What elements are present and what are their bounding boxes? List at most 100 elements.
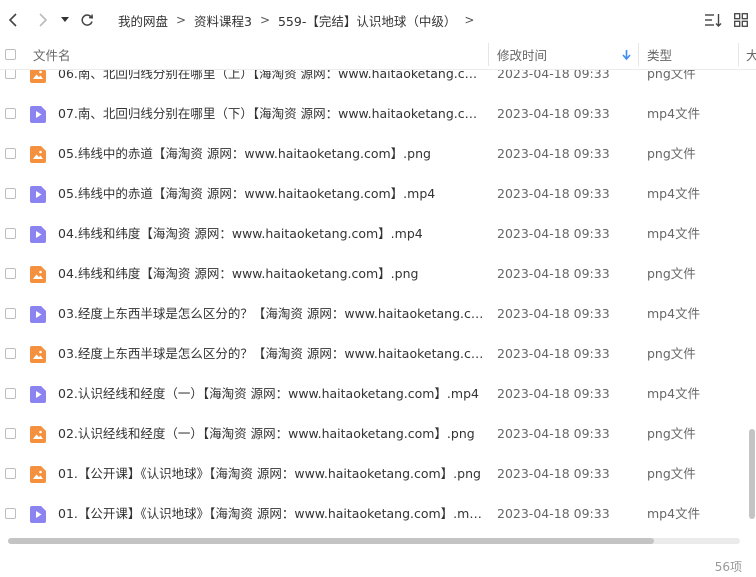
checkbox[interactable]: [5, 49, 16, 60]
row-checkbox[interactable]: [5, 188, 16, 199]
row-checkbox[interactable]: [5, 268, 16, 279]
file-row[interactable]: 04.纬线和纬度【海淘资 源网：www.haitaoketang.com】.pn…: [0, 254, 748, 294]
file-name: 05.纬线中的赤道【海淘资 源网：www.haitaoketang.com】.p…: [58, 146, 431, 161]
breadcrumb-expand-button[interactable]: >: [456, 13, 482, 27]
chevron-left-icon: [8, 13, 17, 27]
file-name: 01.【公开课】《认识地球》【海淘资 源网：www.haitaoketang.c…: [58, 506, 484, 521]
breadcrumb: 我的网盘 > 资料课程3 > 559-【完结】认识地球（中级） >: [118, 0, 482, 40]
file-type: mp4文件: [647, 306, 701, 321]
toolbar: 我的网盘 > 资料课程3 > 559-【完结】认识地球（中级） >: [0, 0, 756, 40]
breadcrumb-item-course-folder[interactable]: 资料课程3: [194, 11, 252, 30]
refresh-icon: [81, 14, 94, 26]
item-count: 56项: [714, 560, 742, 574]
file-row[interactable]: 02.认识经线和经度（一）【海淘资 源网：www.haitaoketang.co…: [0, 414, 748, 454]
file-type: png文件: [647, 426, 696, 441]
arrow-down-icon: [622, 49, 631, 60]
file-time: 2023-04-18 09:33: [497, 346, 610, 361]
row-checkbox[interactable]: [5, 148, 16, 159]
row-checkbox[interactable]: [5, 108, 16, 119]
video-file-icon: [30, 186, 46, 203]
column-header-type[interactable]: 类型: [647, 40, 672, 69]
forward-button[interactable]: [33, 8, 53, 32]
image-file-icon: [30, 426, 46, 443]
column-divider[interactable]: [488, 43, 489, 66]
file-row[interactable]: 02.认识经线和经度（一）【海淘资 源网：www.haitaoketang.co…: [0, 374, 748, 414]
grid-view-button[interactable]: [731, 10, 751, 30]
file-name: 04.纬线和纬度【海淘资 源网：www.haitaoketang.com】.pn…: [58, 266, 419, 281]
file-type: mp4文件: [647, 226, 701, 241]
file-type: mp4文件: [647, 506, 701, 521]
column-header-name[interactable]: 文件名: [33, 40, 71, 69]
image-file-icon: [30, 466, 46, 483]
image-file-icon: [30, 146, 46, 163]
file-time: 2023-04-18 09:33: [497, 266, 610, 281]
row-checkbox[interactable]: [5, 308, 16, 319]
file-name: 05.纬线中的赤道【海淘资 源网：www.haitaoketang.com】.m…: [58, 186, 436, 201]
file-time: 2023-04-18 09:33: [497, 306, 610, 321]
file-name: 02.认识经线和经度（一）【海淘资 源网：www.haitaoketang.co…: [58, 386, 479, 401]
sort-arrow: [622, 40, 631, 69]
column-header-time[interactable]: 修改时间: [497, 40, 547, 69]
column-divider[interactable]: [738, 43, 739, 66]
file-row[interactable]: 07.南、北回归线分别在哪里（下）【海淘资 源网：www.haitaoketan…: [0, 94, 748, 134]
vertical-scrollbar[interactable]: [748, 69, 756, 535]
image-file-icon: [30, 266, 46, 283]
file-name: 01.【公开课】《认识地球》【海淘资 源网：www.haitaoketang.c…: [58, 466, 481, 481]
file-name: 03.经度上东西半球是怎么区分的？【海淘资 源网：www.haitaoketan…: [58, 306, 484, 321]
image-file-icon: [30, 346, 46, 363]
video-file-icon: [30, 386, 46, 403]
horizontal-scrollbar-thumb[interactable]: [8, 538, 654, 544]
row-checkbox[interactable]: [5, 348, 16, 359]
file-time: 2023-04-18 09:33: [497, 146, 610, 161]
file-type: mp4文件: [647, 386, 701, 401]
file-row[interactable]: 04.纬线和纬度【海淘资 源网：www.haitaoketang.com】.mp…: [0, 214, 748, 254]
sort-icon: [704, 14, 721, 27]
file-type: png文件: [647, 146, 696, 161]
file-row[interactable]: 01.【公开课】《认识地球》【海淘资 源网：www.haitaoketang.c…: [0, 454, 748, 494]
file-time: 2023-04-18 09:33: [497, 506, 610, 521]
caret-down-icon: [61, 17, 69, 22]
file-time: 2023-04-18 09:33: [497, 466, 610, 481]
select-all-checkbox[interactable]: [5, 40, 16, 69]
horizontal-scrollbar[interactable]: [0, 535, 748, 547]
file-list: 06.南、北回归线分别在哪里（上）【海淘资 源网：www.haitaoketan…: [0, 54, 748, 534]
refresh-button[interactable]: [77, 8, 97, 32]
row-checkbox[interactable]: [5, 228, 16, 239]
breadcrumb-item-current-folder[interactable]: 559-【完结】认识地球（中级）: [278, 11, 456, 30]
video-file-icon: [30, 506, 46, 523]
row-checkbox[interactable]: [5, 388, 16, 399]
file-type: png文件: [647, 346, 696, 361]
column-divider[interactable]: [638, 43, 639, 66]
breadcrumb-item-my-drive[interactable]: 我的网盘: [118, 11, 168, 30]
file-name: 02.认识经线和经度（一）【海淘资 源网：www.haitaoketang.co…: [58, 426, 475, 441]
row-checkbox[interactable]: [5, 428, 16, 439]
column-header: 文件名 修改时间 类型 大: [0, 40, 756, 70]
row-checkbox[interactable]: [5, 508, 16, 519]
vertical-scrollbar-thumb[interactable]: [749, 429, 755, 519]
file-time: 2023-04-18 09:33: [497, 226, 610, 241]
history-dropdown-button[interactable]: [58, 8, 72, 32]
file-name: 04.纬线和纬度【海淘资 源网：www.haitaoketang.com】.mp…: [58, 226, 423, 241]
file-type: png文件: [647, 266, 696, 281]
file-time: 2023-04-18 09:33: [497, 386, 610, 401]
file-time: 2023-04-18 09:33: [497, 106, 610, 121]
video-file-icon: [30, 306, 46, 323]
column-header-size[interactable]: 大: [746, 40, 756, 69]
file-row[interactable]: 05.纬线中的赤道【海淘资 源网：www.haitaoketang.com】.p…: [0, 134, 748, 174]
video-file-icon: [30, 106, 46, 123]
back-button[interactable]: [3, 8, 23, 32]
file-row[interactable]: 03.经度上东西半球是怎么区分的？【海淘资 源网：www.haitaoketan…: [0, 334, 748, 374]
file-time: 2023-04-18 09:33: [497, 186, 610, 201]
video-file-icon: [30, 226, 46, 243]
file-type: mp4文件: [647, 106, 701, 121]
file-name: 03.经度上东西半球是怎么区分的？【海淘资 源网：www.haitaoketan…: [58, 346, 484, 361]
grid-view-icon: [734, 13, 748, 27]
file-row[interactable]: 03.经度上东西半球是怎么区分的？【海淘资 源网：www.haitaoketan…: [0, 294, 748, 334]
file-row[interactable]: 01.【公开课】《认识地球》【海淘资 源网：www.haitaoketang.c…: [0, 494, 748, 534]
row-checkbox[interactable]: [5, 468, 16, 479]
file-row[interactable]: 05.纬线中的赤道【海淘资 源网：www.haitaoketang.com】.m…: [0, 174, 748, 214]
sort-button[interactable]: [703, 10, 723, 30]
breadcrumb-separator: >: [259, 13, 270, 27]
file-time: 2023-04-18 09:33: [497, 426, 610, 441]
file-type: png文件: [647, 466, 696, 481]
